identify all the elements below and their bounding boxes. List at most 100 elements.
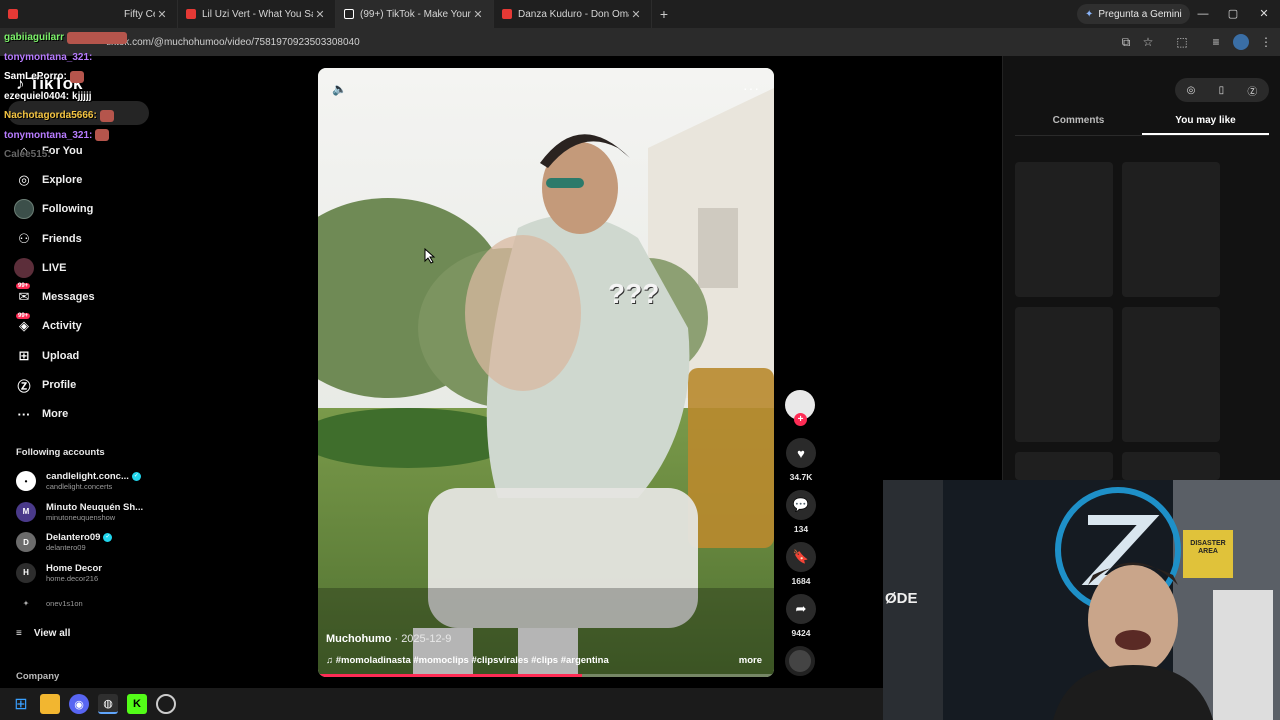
windows-start-icon[interactable]: ⊞ bbox=[11, 694, 31, 714]
following-account[interactable]: D Delantero09 ✓ delantero09 bbox=[16, 527, 156, 558]
close-icon[interactable]: ✕ bbox=[471, 8, 485, 21]
wall-sign-text: ØDE bbox=[885, 590, 918, 607]
chat-message: tonymontana_321: bbox=[4, 48, 144, 68]
url-field[interactable]: tiktok.com/@muchohumoo/video/75819709235… bbox=[106, 37, 360, 48]
browser-tab[interactable]: Lil Uzi Vert - What You Saying ✕ bbox=[178, 0, 336, 28]
kick-icon[interactable]: K bbox=[127, 694, 147, 714]
app-icon[interactable] bbox=[156, 694, 176, 714]
avatar: • bbox=[16, 471, 36, 492]
tab-title: Danza Kuduro - Don Omar & Lu... bbox=[518, 8, 629, 20]
tab-you-may-like[interactable]: You may like bbox=[1142, 112, 1269, 135]
sidebar-item-friends[interactable]: ⚇ Friends bbox=[14, 224, 154, 253]
webcam-overlay: DISASTER AREA ØDE bbox=[883, 480, 1280, 720]
compass-icon: ◎ bbox=[18, 171, 30, 187]
more-options-icon[interactable]: ··· bbox=[743, 80, 760, 96]
panel-tabs: Comments You may like bbox=[1015, 112, 1269, 136]
following-account[interactable]: ✦ onev1s1on bbox=[16, 588, 156, 619]
comment-action[interactable]: 💬 134 bbox=[785, 490, 817, 534]
bookmark-star-icon[interactable]: ☆ bbox=[1140, 34, 1156, 50]
suggestion-placeholder[interactable] bbox=[1122, 452, 1220, 480]
hashtags-text: #momoladinasta #momoclips #clipsvirales … bbox=[335, 655, 609, 666]
share-action[interactable]: ➦ 9424 bbox=[785, 594, 817, 638]
profile-avatar-icon[interactable] bbox=[1233, 34, 1249, 50]
account-name: Home Decor bbox=[46, 562, 102, 574]
chat-user: Calee515: bbox=[4, 149, 51, 161]
maximize-icon[interactable]: ▢ bbox=[1218, 0, 1248, 28]
sidebar-item-label: Activity bbox=[42, 320, 82, 333]
emote-icon bbox=[95, 129, 110, 142]
following-account[interactable]: M Minuto Neuquén Sh... minutoneuquenshow bbox=[16, 497, 156, 528]
account-handle: candlelight.concerts bbox=[46, 482, 113, 492]
chat-user: tonymontana_321: bbox=[4, 129, 93, 141]
suggestion-placeholder[interactable] bbox=[1015, 162, 1113, 297]
chat-user: Nachotagorda5666: bbox=[4, 110, 97, 122]
browser-tab[interactable]: Fifty Cent: Li... ✕ bbox=[0, 0, 178, 28]
sidebar-item-live[interactable]: LIVE bbox=[14, 253, 154, 282]
heart-icon[interactable]: ♥ bbox=[786, 438, 816, 468]
follow-plus-icon[interactable]: + bbox=[794, 413, 807, 426]
kebab-menu-icon[interactable]: ⋮ bbox=[1258, 34, 1274, 50]
sidebar-item-activity[interactable]: ◈ 99+ Activity bbox=[14, 312, 154, 341]
volume-muted-icon[interactable]: 🔈 bbox=[332, 82, 348, 98]
new-tab-button[interactable]: + bbox=[652, 6, 676, 22]
video-hashtags[interactable]: ♫ #momoladinasta #momoclips #clipsvirale… bbox=[326, 655, 609, 666]
close-icon[interactable]: ✕ bbox=[313, 8, 327, 21]
like-action[interactable]: ♥ 34.7K bbox=[785, 438, 817, 482]
browser-tab[interactable]: Danza Kuduro - Don Omar & Lu... ✕ bbox=[494, 0, 652, 28]
following-account[interactable]: H Home Decor home.decor216 bbox=[16, 558, 156, 589]
view-all-link[interactable]: ≡ View all bbox=[16, 628, 70, 639]
music-disc-icon[interactable] bbox=[785, 646, 815, 676]
suggestion-placeholder[interactable] bbox=[1122, 307, 1220, 442]
company-link[interactable]: Company bbox=[16, 671, 59, 682]
sidebar-item-profile[interactable]: Ⓩ Profile bbox=[14, 370, 154, 399]
cast-icon[interactable]: ⧉ bbox=[1118, 34, 1134, 50]
author-avatar[interactable]: + bbox=[785, 390, 815, 426]
video-player[interactable]: 🔈 ··· ??? Muchohumo · 2025-12-9 ♫ #momol… bbox=[318, 68, 774, 677]
video-author[interactable]: Muchohumo · 2025-12-9 bbox=[326, 633, 451, 645]
sidebar-item-more[interactable]: ··· More bbox=[14, 400, 154, 429]
message-icon: ✉ bbox=[18, 289, 30, 305]
more-button[interactable]: more bbox=[739, 655, 762, 666]
compass-icon[interactable]: ◎ bbox=[1187, 85, 1196, 96]
extensions-icon[interactable]: ⬚ bbox=[1174, 34, 1190, 50]
following-account[interactable]: • candlelight.conc... ✓ candlelight.conce… bbox=[16, 466, 156, 497]
upload-icon: ⊞ bbox=[18, 347, 30, 363]
close-icon[interactable]: ✕ bbox=[155, 8, 169, 21]
profile-z-icon[interactable]: Ⓩ bbox=[1247, 83, 1257, 98]
media-icon[interactable]: ≡ bbox=[1208, 34, 1224, 50]
share-arrow-icon[interactable]: ➦ bbox=[786, 594, 816, 624]
suggestion-placeholder[interactable] bbox=[1015, 452, 1113, 480]
browser-tab-active[interactable]: (99+) TikTok - Make Your Day ✕ bbox=[336, 0, 494, 28]
suggestion-placeholder[interactable] bbox=[1015, 307, 1113, 442]
close-icon[interactable]: ✕ bbox=[629, 8, 643, 21]
gemini-label: Pregunta a Gemini bbox=[1098, 8, 1182, 20]
save-count: 1684 bbox=[791, 576, 811, 586]
verified-icon: ✓ bbox=[103, 533, 113, 543]
sidebar-item-upload[interactable]: ⊞ Upload bbox=[14, 341, 154, 370]
gemini-button[interactable]: ✦ Pregunta a Gemini bbox=[1077, 4, 1190, 24]
close-window-icon[interactable]: ✕ bbox=[1249, 0, 1279, 28]
author-name: Muchohumo bbox=[326, 633, 392, 645]
account-name: Delantero09 bbox=[46, 532, 101, 544]
sidebar-item-explore[interactable]: ◎ Explore bbox=[14, 165, 154, 194]
sidebar-item-label: Profile bbox=[42, 379, 77, 392]
file-explorer-icon[interactable] bbox=[40, 694, 60, 714]
comment-icon[interactable]: 💬 bbox=[786, 490, 816, 520]
phone-icon[interactable]: ▯ bbox=[1219, 85, 1225, 96]
tab-comments[interactable]: Comments bbox=[1015, 112, 1142, 135]
browser-tabbar: Fifty Cent: Li... ✕ Lil Uzi Vert - What … bbox=[0, 0, 1280, 28]
save-action[interactable]: 🔖 1684 bbox=[785, 542, 817, 586]
discord-icon[interactable]: ◉ bbox=[69, 694, 89, 714]
sidebar-item-following[interactable]: Following bbox=[14, 195, 154, 224]
overlay-caption: ??? bbox=[608, 278, 660, 309]
suggestion-placeholder[interactable] bbox=[1122, 162, 1220, 297]
sidebar-item-messages[interactable]: ✉ 99+ Messages bbox=[14, 282, 154, 311]
sidebar-item-label: More bbox=[42, 408, 69, 421]
tab-title: Fifty Cent: Li... bbox=[124, 8, 155, 20]
chrome-icon[interactable]: ◍ bbox=[98, 694, 118, 714]
video-progress-bar[interactable] bbox=[318, 674, 774, 677]
bookmark-icon[interactable]: 🔖 bbox=[786, 542, 816, 572]
sidebar-item-label: Upload bbox=[42, 349, 80, 362]
minimize-icon[interactable]: — bbox=[1188, 0, 1218, 28]
sidebar-item-label: Explore bbox=[42, 173, 83, 186]
